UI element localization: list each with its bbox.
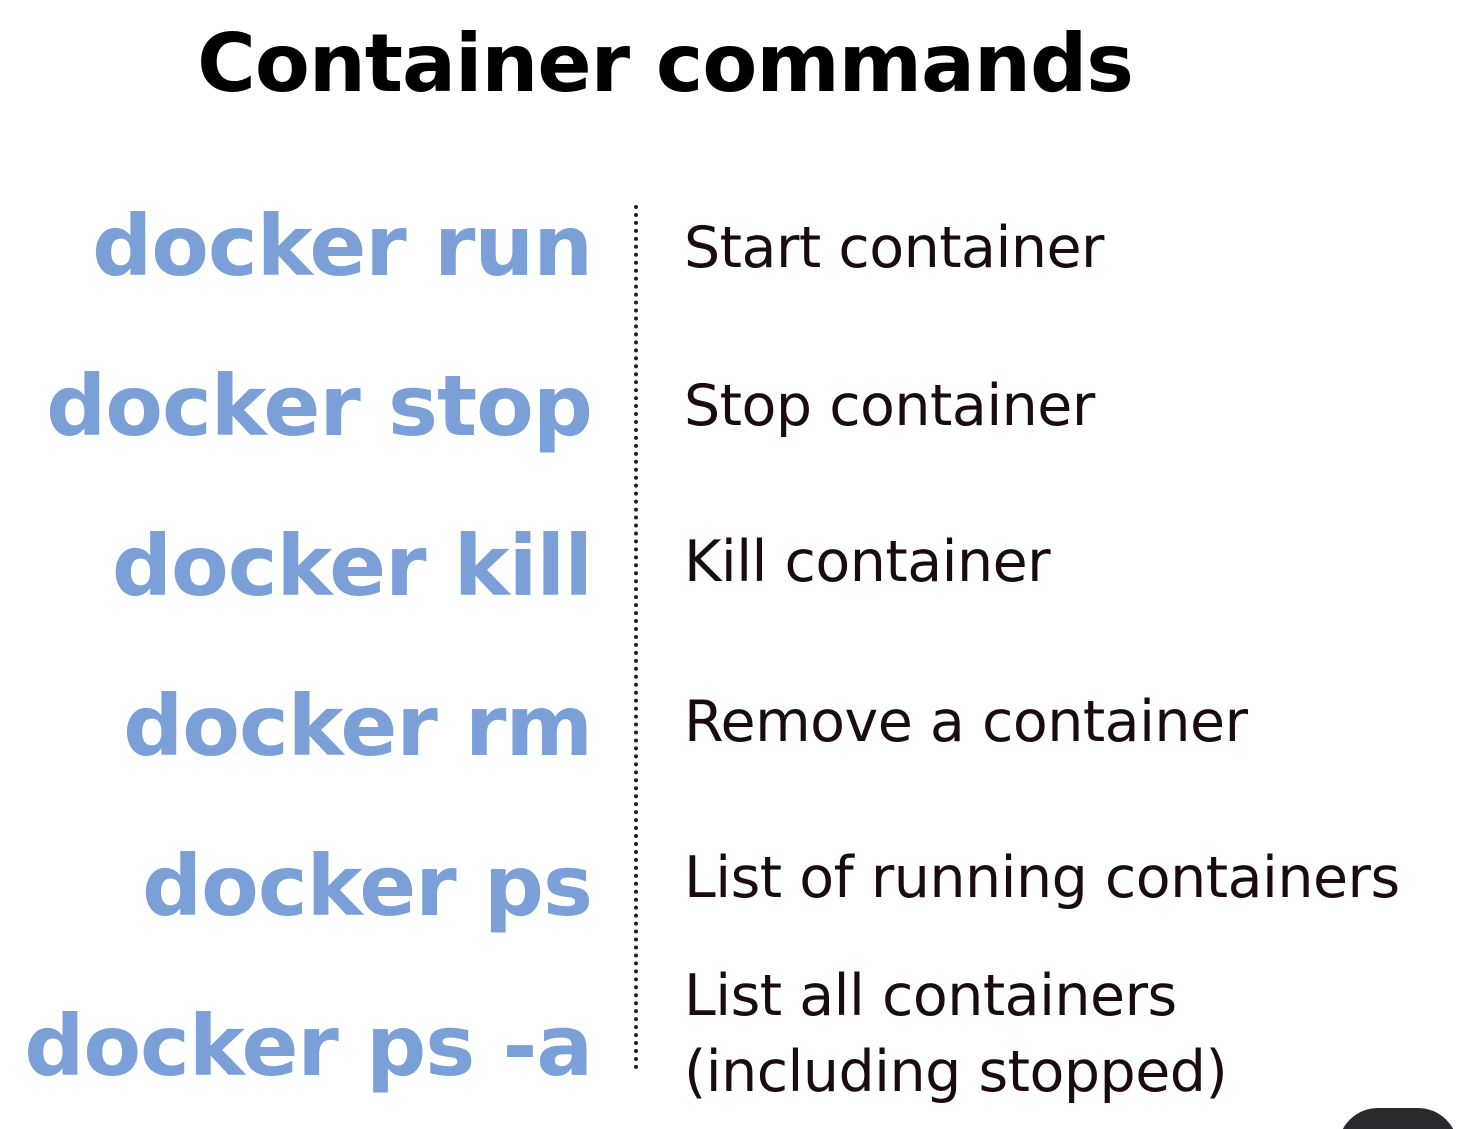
command-docker-ps-a: docker ps -a bbox=[24, 997, 593, 1095]
description-list-running: List of running containers bbox=[684, 845, 1400, 911]
description-stop-container: Stop container bbox=[684, 373, 1095, 439]
slide-title: Container commands bbox=[197, 17, 1134, 110]
description-start-container: Start container bbox=[684, 215, 1104, 281]
command-docker-kill: docker kill bbox=[111, 517, 593, 615]
command-docker-run: docker run bbox=[92, 197, 593, 295]
description-list-all-line-1: List all containers bbox=[684, 963, 1177, 1029]
command-docker-rm: docker rm bbox=[123, 677, 593, 775]
description-remove-container: Remove a container bbox=[684, 689, 1248, 755]
slide: Container commands docker run Start cont… bbox=[0, 0, 1460, 1129]
description-list-all: List all containers (including stopped) bbox=[684, 958, 1228, 1110]
command-docker-stop: docker stop bbox=[46, 357, 593, 455]
description-list-all-line-2: (including stopped) bbox=[684, 1039, 1228, 1105]
description-kill-container: Kill container bbox=[684, 529, 1051, 595]
command-docker-ps: docker ps bbox=[141, 837, 593, 935]
dotted-divider bbox=[634, 205, 638, 1070]
corner-decoration bbox=[1338, 1108, 1458, 1129]
